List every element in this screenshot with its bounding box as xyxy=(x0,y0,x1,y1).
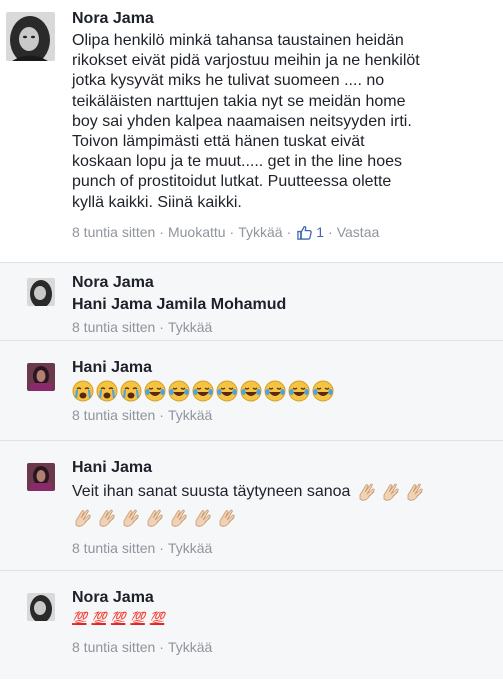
tears-of-joy-icon xyxy=(144,380,166,402)
avatar[interactable] xyxy=(6,12,55,61)
like-link[interactable]: Tykkää xyxy=(168,318,212,336)
tagged-names[interactable]: Hani Jama Jamila Mohamud xyxy=(72,295,286,315)
reply-item: Hani Jama 8 tuntia sitten · Tykkää xyxy=(0,340,503,441)
emoji-row xyxy=(72,380,336,402)
like-count[interactable]: 1 xyxy=(316,223,324,241)
clapping-hands-icon xyxy=(72,507,94,529)
reply-meta: 8 tuntia sitten · Tykkää xyxy=(72,318,212,336)
thumbs-up-icon[interactable] xyxy=(297,225,313,240)
tears-of-joy-icon xyxy=(216,380,238,402)
clapping-hands-icon xyxy=(404,481,426,503)
reply-link[interactable]: Vastaa xyxy=(337,223,380,241)
hundred-points-icon: 💯 xyxy=(72,611,87,625)
like-link[interactable]: Tykkää xyxy=(238,223,282,241)
hundred-points-icon: 💯 xyxy=(130,611,145,625)
clapping-hands-icon xyxy=(96,507,118,529)
separator: · xyxy=(159,319,164,335)
crying-face-icon xyxy=(96,380,118,402)
avatar[interactable] xyxy=(27,363,55,391)
reply-item: Nora Jama 💯 💯 💯 💯 💯 8 tuntia sitten · Ty… xyxy=(0,570,503,680)
reply-text: Veit ihan sanat suusta täytyneen sanoa xyxy=(72,483,351,500)
hundred-points-icon: 💯 xyxy=(149,611,165,625)
reply-meta: 8 tuntia sitten · Tykkää xyxy=(72,638,212,656)
separator: · xyxy=(159,407,164,423)
timestamp-link[interactable]: 8 tuntia sitten xyxy=(72,223,155,241)
crying-face-icon xyxy=(72,380,94,402)
reply-item: Nora Jama Hani Jama Jamila Mohamud 8 tun… xyxy=(0,262,503,341)
comment-meta: 8 tuntia sitten · Muokattu · Tykkää · 1 … xyxy=(72,223,379,241)
separator: · xyxy=(159,639,164,655)
comment-text: Olipa henkilö minkä tahansa taustainen h… xyxy=(72,32,420,211)
clapping-hands-icon xyxy=(144,507,166,529)
clapping-hands-icon xyxy=(356,481,378,503)
tears-of-joy-icon xyxy=(192,380,214,402)
reply-meta: 8 tuntia sitten · Tykkää xyxy=(72,406,212,424)
tears-of-joy-icon xyxy=(288,380,310,402)
separator: · xyxy=(328,224,333,240)
like-link[interactable]: Tykkää xyxy=(168,406,212,424)
timestamp-link[interactable]: 8 tuntia sitten xyxy=(72,406,155,424)
separator: · xyxy=(229,224,235,240)
timestamp-link[interactable]: 8 tuntia sitten xyxy=(72,539,155,557)
separator: · xyxy=(159,540,164,556)
reply-author-name[interactable]: Hani Jama xyxy=(72,358,152,378)
edited-link[interactable]: Muokattu xyxy=(168,223,226,241)
main-comment: Nora Jama Olipa henkilö minkä tahansa ta… xyxy=(0,0,503,262)
clapping-hands-icon xyxy=(380,481,402,503)
reply-author-name[interactable]: Nora Jama xyxy=(72,273,154,293)
reply-text-line: Veit ihan sanat suusta täytyneen sanoa xyxy=(72,481,428,503)
replies-section: Nora Jama Hani Jama Jamila Mohamud 8 tun… xyxy=(0,262,503,679)
timestamp-link[interactable]: 8 tuntia sitten xyxy=(72,638,155,656)
reply-item: Hani Jama Veit ihan sanat suusta täytyne… xyxy=(0,440,503,571)
clapping-hands-icon xyxy=(216,507,238,529)
timestamp-link[interactable]: 8 tuntia sitten xyxy=(72,318,155,336)
tears-of-joy-icon xyxy=(168,380,190,402)
reply-author-name[interactable]: Hani Jama xyxy=(72,458,152,478)
crying-face-icon xyxy=(120,380,142,402)
clapping-hands-icon xyxy=(192,507,214,529)
comment-author-name[interactable]: Nora Jama xyxy=(72,9,154,29)
tears-of-joy-icon xyxy=(312,380,334,402)
like-link[interactable]: Tykkää xyxy=(168,539,212,557)
reply-author-name[interactable]: Nora Jama xyxy=(72,588,154,608)
separator: · xyxy=(159,224,164,240)
tears-of-joy-icon xyxy=(240,380,262,402)
reply-meta: 8 tuntia sitten · Tykkää xyxy=(72,539,212,557)
avatar[interactable] xyxy=(27,593,55,621)
separator: · xyxy=(286,224,292,240)
avatar[interactable] xyxy=(27,278,55,306)
clapping-hands-icon xyxy=(168,507,190,529)
like-link[interactable]: Tykkää xyxy=(168,638,212,656)
hundred-points-icon: 💯 xyxy=(110,611,126,625)
emoji-row: 💯 💯 💯 💯 💯 xyxy=(72,611,169,625)
tears-of-joy-icon xyxy=(264,380,286,402)
avatar[interactable] xyxy=(27,463,55,491)
emoji-row xyxy=(72,507,240,529)
clapping-hands-icon xyxy=(120,507,142,529)
hundred-points-icon: 💯 xyxy=(91,611,106,625)
